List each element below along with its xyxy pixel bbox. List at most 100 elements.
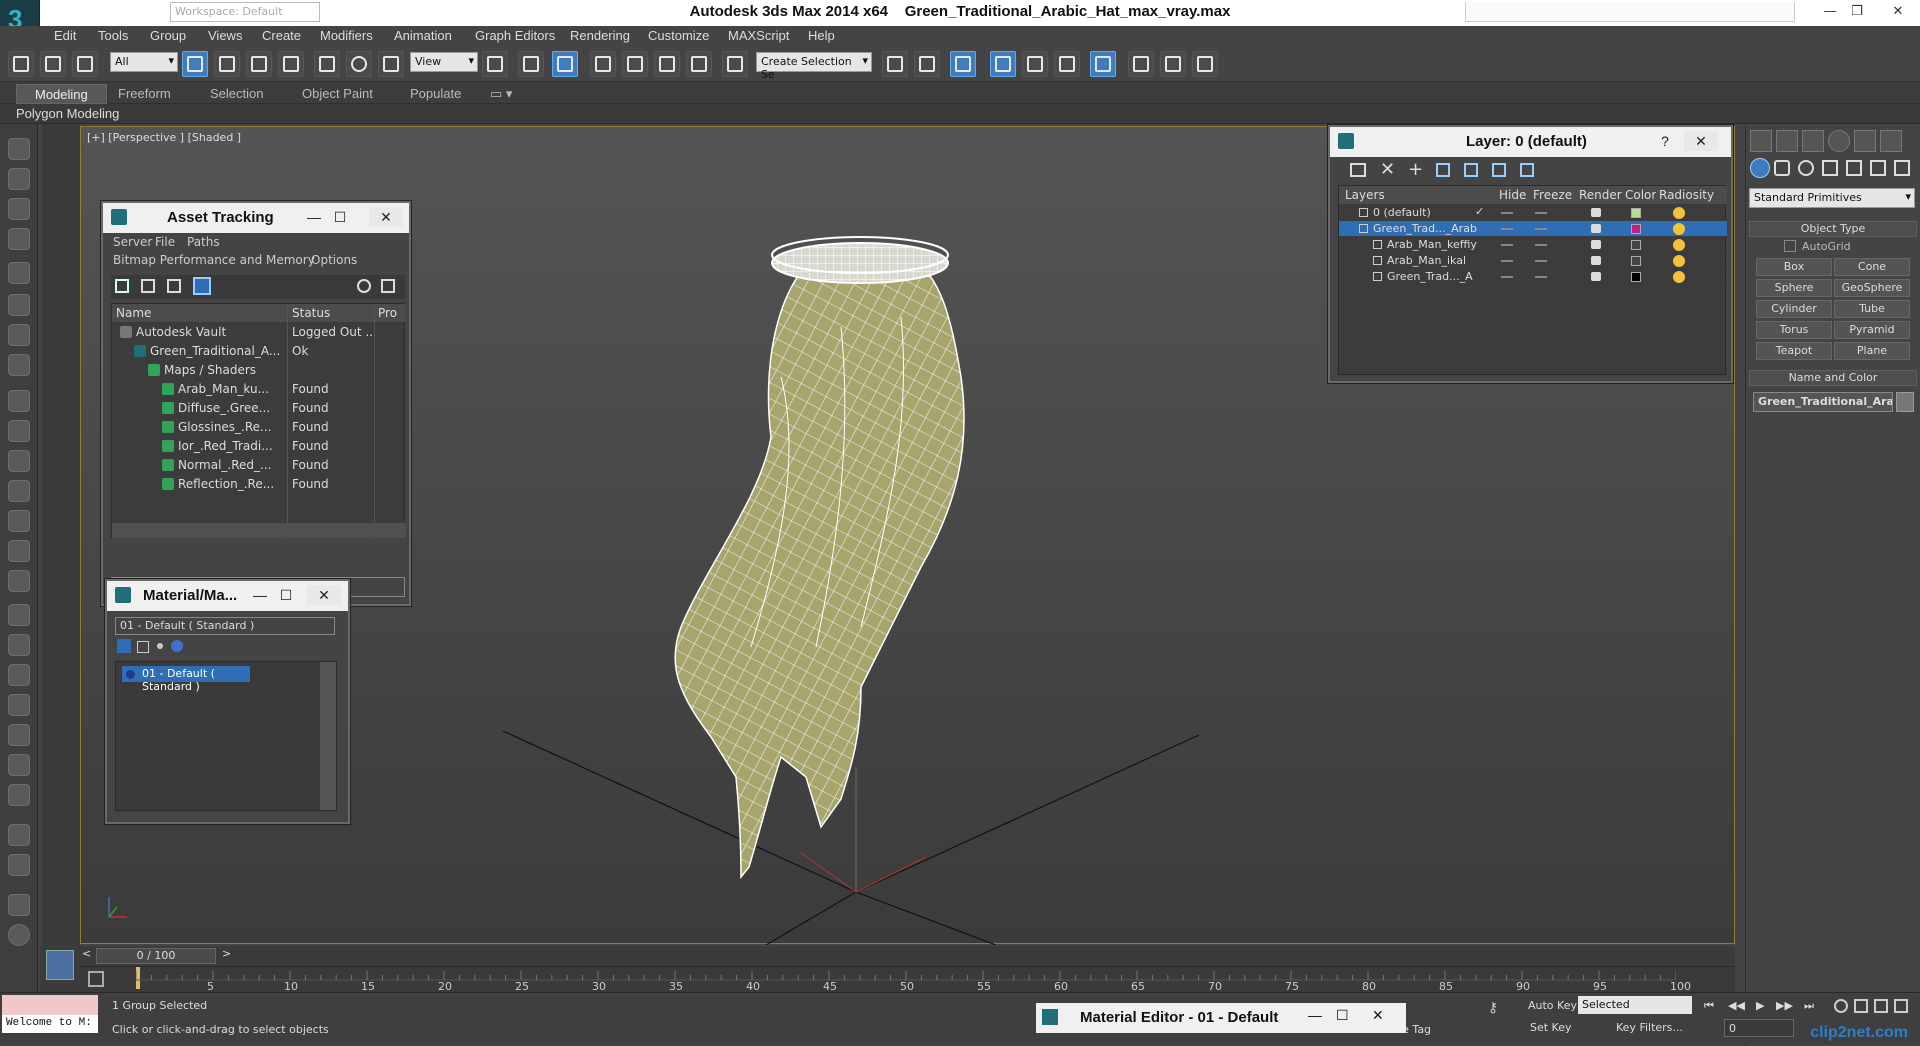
menu-maxscript[interactable]: MAXScript — [728, 28, 789, 43]
schematic-view-icon[interactable] — [1054, 51, 1080, 77]
select-object-icon[interactable] — [182, 51, 208, 77]
disc-tool-icon[interactable] — [8, 570, 30, 592]
ribbon-options-icon[interactable]: ▭ ▾ — [490, 86, 512, 102]
asset-hscrollbar[interactable] — [112, 523, 406, 538]
torus-button[interactable]: Torus — [1756, 321, 1832, 339]
freeze-toggle-icon[interactable] — [1535, 244, 1547, 246]
table-row[interactable]: Normal_.Red_... Found — [112, 456, 406, 475]
asset-menu-options[interactable]: Options — [311, 253, 357, 267]
table-row[interactable]: Green_Traditional_A... Ok — [112, 342, 406, 361]
mirror-icon[interactable] — [882, 51, 908, 77]
motion-tab-icon[interactable] — [1828, 130, 1850, 152]
layer-row[interactable]: 0 (default) ✓ — [1339, 205, 1727, 221]
list-icon[interactable] — [141, 279, 155, 293]
align-icon[interactable] — [914, 51, 940, 77]
add-to-layer-icon[interactable]: + — [1408, 159, 1423, 180]
asset-maximize-icon[interactable]: ☐ — [329, 207, 351, 227]
globe-tool-icon[interactable] — [8, 694, 30, 716]
rect-selection-icon[interactable] — [246, 51, 272, 77]
menu-group[interactable]: Group — [150, 28, 186, 43]
select-by-name-icon[interactable] — [214, 51, 240, 77]
col-render[interactable]: Render — [1579, 188, 1622, 202]
track-bar[interactable]: 5 10 15 20 25 30 35 40 45 50 55 60 65 70 75 80 85 90 95 100 — [80, 966, 1735, 993]
prev-key-icon[interactable]: ◀◀ — [1728, 999, 1745, 1012]
freeze-all-icon[interactable] — [1520, 163, 1534, 177]
col-name[interactable]: Name — [116, 306, 151, 320]
zoom-all-icon[interactable] — [1854, 999, 1868, 1013]
primitive-type-dropdown[interactable]: Standard Primitives — [1749, 188, 1915, 208]
manipulate-icon[interactable] — [518, 51, 544, 77]
auto-key-button[interactable]: Auto Key — [1528, 999, 1577, 1012]
close-icon[interactable]: ✕ — [1880, 1, 1916, 23]
cylinder-button[interactable]: Cylinder — [1756, 300, 1832, 318]
asset-menu-file[interactable]: File — [155, 235, 175, 249]
hide-all-icon[interactable] — [1492, 163, 1506, 177]
radiosity-sun-icon[interactable] — [1673, 255, 1685, 267]
go-to-start-icon[interactable]: ⏮ — [1704, 999, 1714, 1013]
render-teapot-icon[interactable] — [1591, 208, 1601, 217]
col-hide[interactable]: Hide — [1499, 188, 1526, 202]
light-tool-icon[interactable] — [8, 262, 30, 284]
listener-pink[interactable] — [2, 995, 98, 1015]
active-layer-check-icon[interactable]: ✓ — [1475, 205, 1484, 218]
box-tool-icon[interactable] — [8, 390, 30, 412]
camera-tool-icon[interactable] — [8, 294, 30, 316]
layer-help-icon[interactable]: ? — [1654, 131, 1676, 151]
render-teapot-icon[interactable] — [1591, 256, 1601, 265]
render-setup-icon[interactable] — [1128, 51, 1154, 77]
current-frame-field[interactable]: 0 — [1724, 1019, 1794, 1037]
material-vscrollbar[interactable] — [320, 662, 336, 810]
key-icon[interactable]: ⚷ — [1488, 1000, 1498, 1016]
workspace-dropdown[interactable]: Workspace: Default — [170, 2, 320, 22]
tab-freeform[interactable]: Freeform — [118, 86, 171, 101]
menu-help[interactable]: Help — [808, 28, 835, 43]
table-icon[interactable] — [193, 277, 211, 295]
key-filters-button[interactable]: Key Filters... — [1616, 1021, 1683, 1034]
context-help-icon[interactable] — [381, 279, 395, 293]
graphite-toggle-icon[interactable] — [990, 51, 1016, 77]
cone-tool-icon[interactable] — [8, 510, 30, 532]
curve-editor-icon[interactable] — [1022, 51, 1048, 77]
material-minimize-icon[interactable]: — — [249, 585, 271, 605]
tab-object-paint[interactable]: Object Paint — [302, 86, 373, 101]
spacewarps-icon[interactable] — [1870, 160, 1886, 176]
material-map-titlebar[interactable]: Material/Ma... — ☐ ✕ — [107, 581, 348, 611]
radiosity-sun-icon[interactable] — [1673, 271, 1685, 283]
zoom-extents-all-icon[interactable] — [1894, 999, 1908, 1013]
asset-minimize-icon[interactable]: — — [303, 207, 325, 227]
spinner-snap-icon[interactable] — [686, 51, 712, 77]
menu-modifiers[interactable]: Modifiers — [320, 28, 373, 43]
reference-coord-dropdown[interactable]: View — [410, 52, 478, 72]
help-tool-icon[interactable] — [8, 924, 30, 946]
plane-button[interactable]: Plane — [1834, 342, 1910, 360]
display-tab-icon[interactable] — [1854, 130, 1876, 152]
new-layer-icon[interactable] — [1350, 163, 1366, 177]
move-icon[interactable] — [314, 51, 340, 77]
named-selection-dropdown[interactable]: Create Selection Se — [756, 52, 872, 81]
layer-manager-window[interactable]: Layer: 0 (default) ? ✕ ✕ + Layers Hide F… — [1328, 125, 1733, 383]
maxscript-listener-icon[interactable] — [46, 950, 74, 980]
asset-menu-server[interactable]: Server — [113, 235, 152, 249]
cameras-icon[interactable] — [1822, 160, 1838, 176]
col-layers[interactable]: Layers — [1345, 188, 1385, 202]
edit-named-selection-icon[interactable] — [722, 51, 748, 77]
render-teapot-icon[interactable] — [1591, 224, 1601, 233]
layer-titlebar[interactable]: Layer: 0 (default) ? ✕ — [1330, 127, 1731, 157]
set-key-button[interactable]: Set Key — [1530, 1021, 1572, 1034]
hemisphere-tool-icon[interactable] — [8, 420, 30, 442]
asset-close-icon[interactable]: ✕ — [369, 207, 403, 227]
modify-tab-icon[interactable] — [1776, 130, 1798, 152]
menu-customize[interactable]: Customize — [648, 28, 709, 43]
material-editor-close-icon[interactable]: ✕ — [1372, 1007, 1384, 1024]
window-crossing-icon[interactable] — [278, 51, 304, 77]
hide-toggle-icon[interactable] — [1501, 212, 1513, 214]
create-tab-icon[interactable] — [1750, 130, 1772, 152]
col-status[interactable]: Status — [292, 306, 330, 320]
asset-tracking-window[interactable]: Asset Tracking — ☐ ✕ Server File Paths B… — [101, 201, 411, 606]
list-tool-icon[interactable] — [8, 198, 30, 220]
lights-icon[interactable] — [1798, 160, 1814, 176]
menu-views[interactable]: Views — [208, 28, 242, 43]
sphere-button[interactable]: Sphere — [1756, 279, 1832, 297]
table-row[interactable]: Autodesk Vault Logged Out ... — [112, 323, 406, 342]
object-name-field[interactable]: Green_Traditional_Ara — [1753, 392, 1893, 412]
